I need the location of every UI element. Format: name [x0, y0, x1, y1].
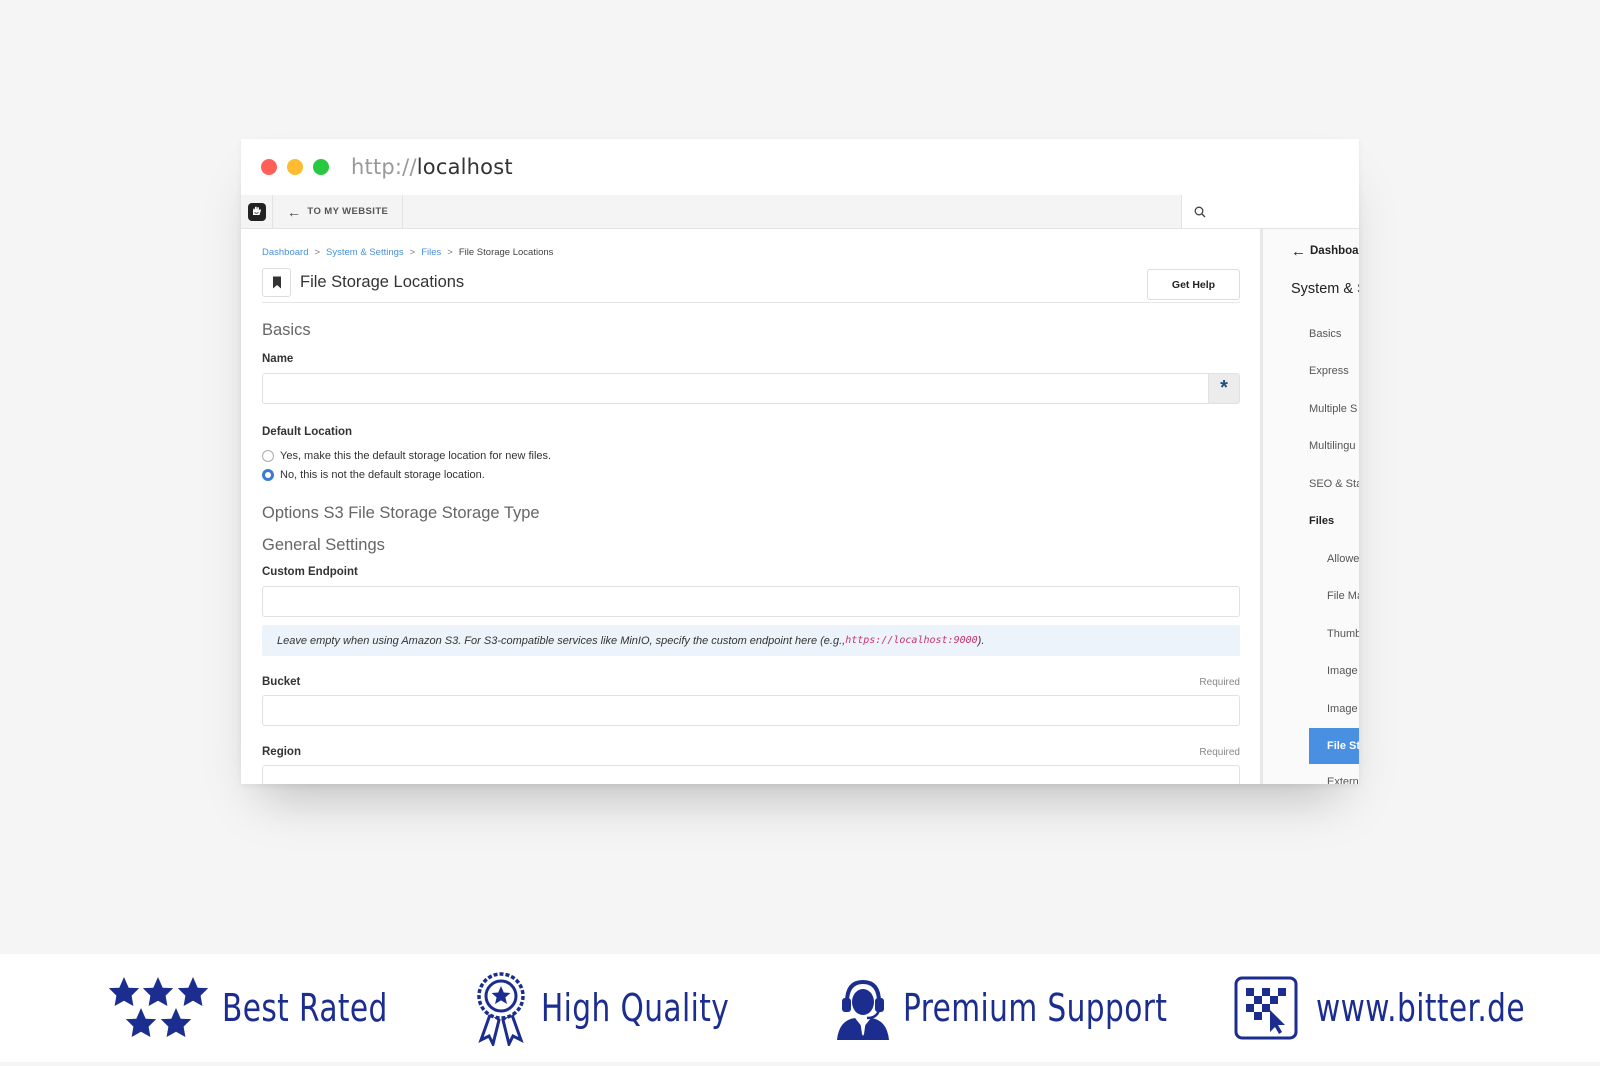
close-window-dot[interactable] [261, 159, 277, 175]
breadcrumb-separator: > [447, 246, 453, 258]
breadcrumb-separator: > [314, 246, 321, 258]
to-my-website-link[interactable]: ← TO MY WEBSITE [273, 195, 404, 228]
maximize-window-dot[interactable] [313, 159, 329, 175]
get-help-button[interactable]: Get Help [1147, 269, 1240, 300]
badge-best-rated: Best Rated [108, 974, 434, 1042]
page-title: File Storage Locations [300, 273, 465, 291]
minimize-window-dot[interactable] [287, 159, 303, 175]
region-label: Region [262, 746, 301, 758]
sidebar-item-basics[interactable]: Basics [1263, 315, 1359, 353]
sidebar-menu: Basics Express Multiple S Multilingu SEO… [1263, 315, 1359, 784]
badge-high-quality: High Quality [475, 970, 782, 1046]
content-area: Dashboard > System & Settings > Files > … [241, 229, 1359, 784]
radio-no-label: No, this is not the default storage loca… [280, 468, 485, 481]
sidebar-item-image-2[interactable]: Image [1263, 690, 1359, 728]
arrow-left-icon: ← [287, 203, 302, 220]
feature-footer: Best Rated High Quality Premium Support [0, 954, 1600, 1062]
region-label-row: Region Required [262, 746, 1240, 758]
endpoint-help-before: Leave empty when using Amazon S3. For S3… [277, 634, 846, 647]
bookmark-icon [272, 276, 281, 289]
bucket-input[interactable] [262, 695, 1240, 726]
sidebar-title: System & S [1291, 281, 1359, 297]
sidebar-item-thumbnails[interactable]: Thumb [1263, 615, 1359, 653]
breadcrumb: Dashboard > System & Settings > Files > … [262, 245, 1240, 259]
sidebar-item-external[interactable]: Extern [1263, 764, 1359, 784]
name-input-group: * [262, 373, 1240, 404]
support-agent-icon [837, 979, 889, 1040]
settings-sidebar: ← Dashboar System & S Basics Express Mul… [1260, 229, 1359, 784]
radio-no-button[interactable] [262, 468, 274, 481]
cms-logo-button[interactable] [241, 195, 273, 228]
concrete-logo-icon [247, 202, 266, 221]
stars-icon [108, 977, 209, 1037]
badge-best-rated-text: Best Rated [222, 986, 388, 1030]
radio-default-no[interactable]: No, this is not the default storage loca… [262, 465, 1240, 484]
custom-endpoint-label: Custom Endpoint [262, 566, 358, 578]
region-required-text: Required [1199, 746, 1240, 758]
toolbar-search[interactable] [1181, 195, 1359, 228]
browser-titlebar: http://localhost [241, 139, 1359, 195]
sidebar-back-link[interactable]: ← Dashboar [1263, 242, 1359, 260]
page-header: File Storage Locations Get Help [262, 268, 1240, 303]
name-label: Name [262, 353, 294, 365]
sidebar-item-file-storage[interactable]: File St [1309, 727, 1359, 764]
badge-website-text: www.bitter.de [1316, 986, 1525, 1030]
radio-yes-label: Yes, make this the default storage locat… [280, 449, 552, 462]
award-ribbon-icon [477, 972, 525, 1046]
badge-premium-support-text: Premium Support [903, 986, 1168, 1030]
sidebar-item-allowed[interactable]: Allowe [1263, 540, 1359, 578]
required-asterisk-icon: * [1209, 373, 1240, 404]
cms-toolbar: ← TO MY WEBSITE [241, 195, 1359, 229]
section-options-title: Options S3 File Storage Storage Type [262, 504, 540, 522]
name-input[interactable] [262, 373, 1209, 404]
sidebar-back-label: Dashboar [1310, 245, 1359, 257]
sidebar-item-file-manager[interactable]: File Ma [1263, 578, 1359, 616]
section-general-title: General Settings [262, 536, 385, 554]
search-icon [1194, 206, 1206, 217]
breadcrumb-system-settings[interactable]: System & Settings [326, 247, 404, 258]
address-bar[interactable]: http://localhost [351, 155, 513, 179]
bucket-label-row: Bucket Required [262, 676, 1240, 688]
to-my-website-label: TO MY WEBSITE [307, 206, 389, 217]
breadcrumb-current: File Storage Locations [458, 246, 554, 258]
arrow-left-icon: ← [1291, 242, 1306, 260]
sidebar-item-seo[interactable]: SEO & Sta [1263, 465, 1359, 503]
sidebar-item-express[interactable]: Express [1263, 353, 1359, 391]
breadcrumb-files[interactable]: Files [421, 247, 441, 258]
bitter-logo-icon [1234, 976, 1298, 1040]
endpoint-help-after: ). [977, 634, 985, 647]
url-protocol: http:// [351, 155, 417, 179]
badge-high-quality-text: High Quality [541, 986, 730, 1030]
endpoint-help-code: https://localhost:9000 [845, 635, 978, 646]
endpoint-help-text: Leave empty when using Amazon S3. For S3… [262, 625, 1240, 656]
sidebar-item-multilingual[interactable]: Multilingu [1263, 428, 1359, 466]
badge-premium-support: Premium Support [835, 976, 1242, 1040]
sidebar-item-image-1[interactable]: Image [1263, 653, 1359, 691]
url-host: localhost [416, 155, 513, 179]
radio-yes-button[interactable] [262, 449, 274, 462]
default-location-label: Default Location [262, 426, 353, 438]
breadcrumb-separator: > [409, 246, 416, 258]
browser-window: http://localhost ← TO MY WEBSITE Dashboa… [241, 139, 1359, 784]
breadcrumb-dashboard[interactable]: Dashboard [262, 247, 308, 258]
radio-default-yes[interactable]: Yes, make this the default storage locat… [262, 446, 1240, 465]
region-input[interactable] [262, 765, 1240, 784]
main-panel: Dashboard > System & Settings > Files > … [241, 229, 1260, 784]
badge-website[interactable]: www.bitter.de [1234, 976, 1584, 1040]
bucket-label: Bucket [262, 676, 301, 688]
custom-endpoint-input[interactable] [262, 586, 1240, 617]
section-basics-title: Basics [262, 321, 311, 339]
sidebar-item-multiple-sites[interactable]: Multiple S [1263, 390, 1359, 428]
bucket-required-text: Required [1199, 676, 1240, 688]
bookmark-button[interactable] [262, 268, 291, 297]
sidebar-item-files[interactable]: Files [1263, 503, 1359, 541]
